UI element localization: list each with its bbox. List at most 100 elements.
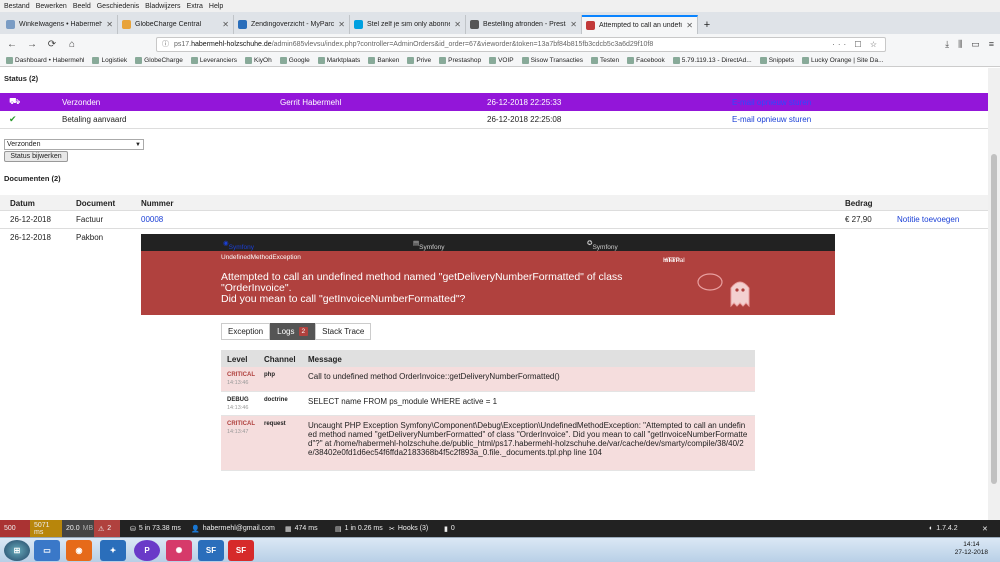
alert-icon: ⚠ [98, 525, 105, 533]
tab-stack-trace[interactable]: Stack Trace [315, 323, 372, 340]
cell-date: 26-12-2018 [10, 215, 51, 224]
bookmark-item[interactable]: GlobeCharge [135, 56, 183, 64]
menu-item[interactable]: Bestand [4, 3, 30, 10]
debug-time[interactable]: 5071 ms [30, 520, 62, 537]
menu-item[interactable]: Beeld [73, 3, 91, 10]
add-note-link[interactable]: Notitie toevoegen [897, 215, 959, 224]
debug-render[interactable]: ▦ 474 ms [281, 520, 322, 537]
app-icon[interactable]: ✦ [100, 540, 126, 561]
bookmark-item[interactable]: Sisow Transacties [521, 56, 583, 64]
invoice-number-link[interactable]: 00008 [141, 215, 163, 224]
bookmark-icon [521, 56, 529, 64]
phpstorm-icon[interactable]: P [134, 540, 160, 561]
sidebar-icon[interactable]: ▭ [971, 39, 980, 50]
close-icon[interactable]: ✕ [570, 20, 577, 29]
bookmark-item[interactable]: Lucky Orange | Site Da... [801, 56, 883, 64]
page-actions-icon[interactable]: ··· ☐ ☆ [832, 40, 880, 49]
forward-icon[interactable]: → [26, 39, 38, 50]
back-icon[interactable]: ← [6, 39, 18, 50]
start-icon[interactable]: ⊞ [4, 540, 30, 561]
app2-icon[interactable]: ✺ [166, 540, 192, 561]
bookmark-icon [759, 56, 767, 64]
debug-status[interactable]: 500 [0, 520, 30, 537]
bookmark-icon [190, 56, 198, 64]
log-level: CRITICAL [227, 421, 255, 427]
scrollbar[interactable] [988, 68, 1000, 520]
resend-email-link[interactable]: E-mail opnieuw sturen [732, 98, 811, 107]
close-icon[interactable]: ✕ [686, 21, 693, 30]
scrollbar-thumb[interactable] [991, 154, 997, 484]
browser-tab[interactable]: Bestelling afronden - PrestaSh ✕ [466, 15, 582, 34]
bookmark-item[interactable]: Prestashop [439, 56, 481, 64]
home-icon[interactable]: ⌂ [66, 39, 78, 50]
tab-logs[interactable]: Logs 2 [270, 323, 316, 340]
bookmark-icon [489, 56, 497, 64]
close-icon[interactable]: ✕ [454, 20, 461, 29]
bookmark-item[interactable]: Marktplaats [317, 56, 360, 64]
update-status-button[interactable]: Status bijwerken [4, 151, 68, 162]
bookmark-item[interactable]: Leveranciers [190, 56, 237, 64]
browser-tab[interactable]: GlobeCharge Central ✕ [118, 15, 234, 34]
bookmark-item[interactable]: VOIP [489, 56, 514, 64]
new-tab-icon[interactable]: + [698, 15, 716, 34]
status-label: Verzonden [62, 97, 101, 107]
menu-item[interactable]: Help [209, 3, 223, 10]
close-icon[interactable]: ✕ [106, 20, 113, 29]
bookmark-item[interactable]: Facebook [627, 56, 665, 64]
debug-db[interactable]: ⛁ 5 in 73.38 ms [126, 520, 185, 537]
library-icon[interactable]: ⫼ [958, 39, 962, 50]
bookmark-item[interactable]: Dashboard • Habermehl [6, 56, 84, 64]
bookmark-item[interactable]: Banken [368, 56, 399, 64]
bookmark-item[interactable]: 5.79.119.13 - DirectAd... [672, 56, 752, 64]
url-bar[interactable]: ⓘ ps17.habermehl-holzschuhe.de/admin685v… [156, 36, 886, 52]
download-icon[interactable]: ⤓ [945, 39, 949, 50]
explorer-icon[interactable]: ▭ [34, 540, 60, 561]
firefox-icon[interactable]: ◉ [66, 540, 92, 561]
menu-item[interactable]: Bladwijzers [145, 3, 180, 10]
browser-tab[interactable]: Winkelwagens • Habermehl.nl ✕ [2, 15, 118, 34]
debug-version[interactable]: ◐ 1.7.4.2 [925, 520, 962, 537]
tab-exception[interactable]: Exception [221, 323, 271, 340]
bookmark-icon [317, 56, 325, 64]
menu-item[interactable]: Bewerken [36, 3, 67, 10]
bookmark-item[interactable]: Snippets [759, 56, 794, 64]
menu-item[interactable]: Geschiedenis [97, 3, 139, 10]
log-time: 14:13:47 [227, 429, 249, 435]
info-icon[interactable]: ⓘ [162, 39, 169, 49]
debug-hooks[interactable]: ✂ Hooks (3) [385, 520, 432, 537]
close-icon[interactable]: ✕ [222, 20, 229, 29]
bookmark-item[interactable]: Prive [407, 56, 431, 64]
favicon-icon [238, 20, 247, 29]
browser-tab[interactable]: Zendingoverzicht - MyParcel ✕ [234, 15, 350, 34]
bookmark-item[interactable]: KiyOh [245, 56, 272, 64]
menu-item[interactable]: Extra [187, 3, 203, 10]
bookmark-item[interactable]: Google [279, 56, 310, 64]
symfony-docs-link[interactable]: ▤ Symfony Docs [413, 239, 444, 258]
col-level: Level [227, 355, 248, 364]
reload-icon[interactable]: ⟳ [46, 39, 58, 50]
render-icon: ▦ [285, 525, 292, 533]
debug-user[interactable]: 👤 habermehl@gmail.com [187, 520, 279, 537]
resend-email-link[interactable]: E-mail opnieuw sturen [732, 115, 811, 124]
browser-tab[interactable]: Attempted to call an undefinec ✕ [582, 15, 698, 34]
col-amount: Bedrag [845, 199, 873, 208]
bookmark-item[interactable]: Logistiek [92, 56, 127, 64]
sf-icon[interactable]: SF [198, 540, 224, 561]
status-select[interactable]: Verzonden ▼ [4, 139, 144, 150]
symfony-home-link[interactable]: ◉ Symfony Home [223, 239, 254, 258]
close-icon[interactable]: ✕ [338, 20, 345, 29]
debug-cache[interactable]: ▤ 1 in 0.26 ms [331, 520, 387, 537]
close-icon[interactable]: ✕ [978, 520, 992, 537]
log-row: DEBUG 14:13:46 doctrine SELECT name FROM… [221, 392, 755, 416]
status-title: Status (2) [4, 74, 39, 83]
sf2-icon[interactable]: SF [228, 540, 254, 561]
bookmark-item[interactable]: Testen [591, 56, 619, 64]
menu-icon[interactable]: ≡ [989, 39, 994, 50]
debug-errors[interactable]: ⚠ 2 [94, 520, 120, 537]
debug-modules[interactable]: ▮ 0 [440, 520, 459, 537]
cell-document: Factuur [76, 215, 104, 224]
favicon-icon [586, 21, 595, 30]
symfony-support-link[interactable]: ✪ Symfony Support [587, 239, 618, 258]
debug-memory[interactable]: 20.0 MB [62, 520, 94, 537]
browser-tab[interactable]: Stel zelf je sim only abonneme ✕ [350, 15, 466, 34]
